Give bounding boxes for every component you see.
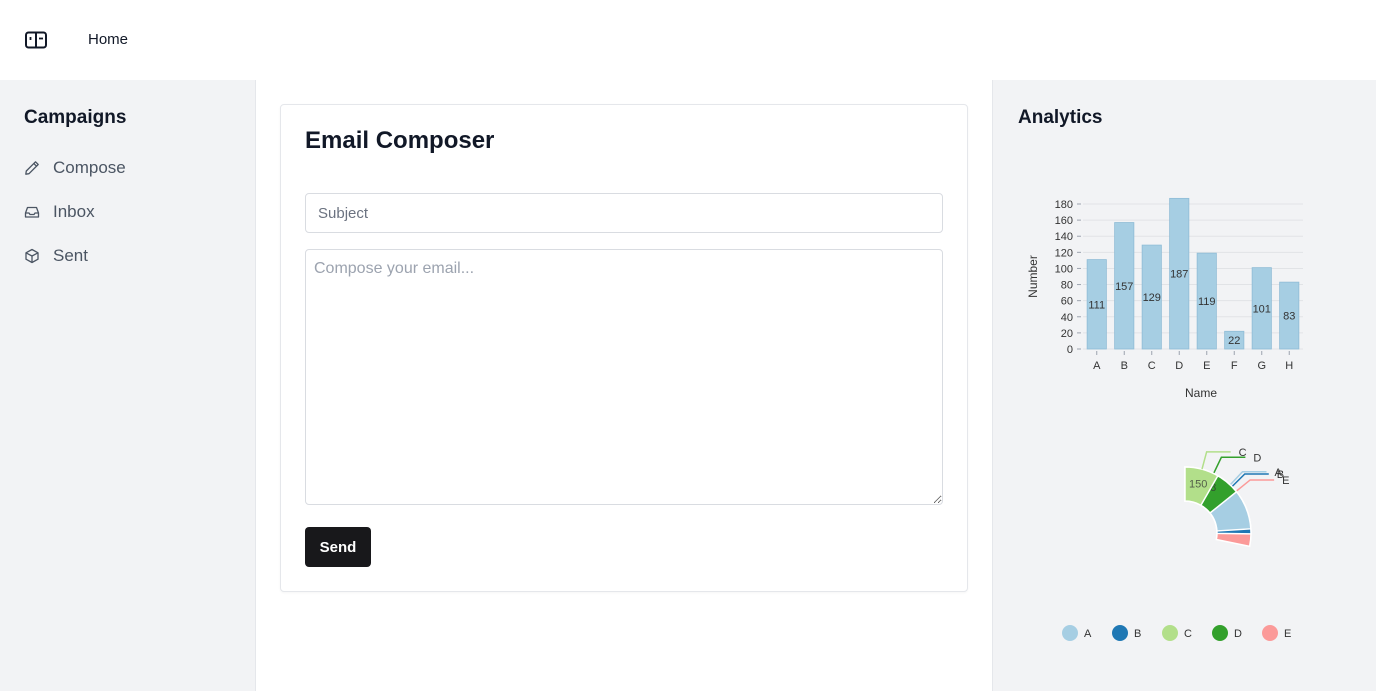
legend-swatch — [1262, 625, 1278, 641]
x-tick-label: A — [1093, 360, 1101, 372]
bar-value-label: 22 — [1228, 335, 1240, 347]
composer-title: Email Composer — [305, 127, 495, 154]
y-tick-label: 40 — [1061, 312, 1073, 324]
sidebar: Campaigns Compose Inbox Sent — [0, 80, 256, 691]
top-navbar: Home — [0, 0, 1376, 80]
sidebar-item-label: Inbox — [53, 202, 95, 221]
credit-card-icon[interactable] — [25, 31, 47, 49]
x-tick-label: B — [1121, 360, 1128, 372]
legend-swatch — [1062, 625, 1078, 641]
sidebar-item-inbox[interactable]: Inbox — [24, 200, 95, 224]
slice-name-label: C — [1239, 447, 1247, 459]
legend-label: B — [1134, 628, 1141, 640]
y-tick-label: 180 — [1055, 199, 1073, 211]
leader-line — [1212, 456, 1246, 474]
home-link[interactable]: Home — [88, 31, 128, 48]
y-tick-label: 120 — [1055, 247, 1073, 259]
y-tick-label: 60 — [1061, 296, 1073, 308]
email-body-textarea[interactable] — [305, 249, 943, 505]
bar-value-label: 111 — [1088, 299, 1105, 311]
bar-chart: 0 20 40 60 80 100 120 140 160 180 111 A 157 B 129 C 187 D… — [1026, 197, 1303, 400]
legend-swatch — [1112, 625, 1128, 641]
sidebar-item-compose[interactable]: Compose — [24, 156, 126, 180]
y-tick-label: 0 — [1067, 344, 1073, 356]
subject-input[interactable] — [305, 193, 943, 233]
y-tick-label: 80 — [1061, 280, 1073, 292]
analytics-title: Analytics — [1018, 107, 1103, 128]
x-tick-label: C — [1148, 360, 1156, 372]
bar-value-label: 119 — [1198, 296, 1216, 308]
y-tick-label: 100 — [1055, 263, 1073, 275]
x-axis-title: Name — [1185, 386, 1217, 400]
box-icon — [25, 248, 39, 264]
bar-value-label: 157 — [1115, 281, 1133, 293]
slice-name-label: D — [1253, 452, 1261, 464]
sidebar-item-label: Compose — [53, 158, 126, 177]
x-tick-label: H — [1285, 360, 1293, 372]
bar-value-label: 101 — [1253, 303, 1271, 315]
inbox-icon — [24, 206, 40, 218]
legend-swatch — [1212, 625, 1228, 641]
x-tick-label: E — [1203, 360, 1210, 372]
leader-line — [1235, 479, 1275, 492]
legend-label: C — [1184, 628, 1192, 640]
y-tick-label: 160 — [1055, 215, 1073, 227]
x-tick-label: F — [1231, 360, 1238, 372]
analytics-panel: Analytics 0 20 40 60 80 100 120 140 160 180 111 A 15… — [992, 80, 1376, 691]
x-tick-label: D — [1175, 360, 1183, 372]
donut-chart: 511E456B434A258D150CABCDE — [1062, 447, 1291, 641]
legend-label: E — [1284, 628, 1291, 640]
legend-swatch — [1162, 625, 1178, 641]
slice-value-label: 150 — [1189, 479, 1207, 491]
y-tick-label: 20 — [1061, 328, 1073, 340]
y-tick-label: 140 — [1055, 231, 1073, 243]
email-composer-card: Email Composer Send — [280, 104, 968, 592]
pencil-icon — [25, 161, 39, 175]
legend-label: D — [1234, 628, 1242, 640]
slice-name-label: A — [1274, 467, 1282, 479]
main-content: Email Composer Send — [256, 80, 992, 691]
send-button[interactable]: Send — [305, 527, 371, 567]
bar-value-label: 83 — [1283, 311, 1295, 323]
sidebar-title: Campaigns — [24, 107, 127, 128]
bar-value-label: 187 — [1170, 269, 1188, 281]
y-axis-title: Number — [1026, 255, 1040, 298]
bar-value-label: 129 — [1143, 292, 1161, 304]
x-tick-label: G — [1257, 360, 1266, 372]
sidebar-item-label: Sent — [53, 246, 88, 265]
sidebar-item-sent[interactable]: Sent — [24, 244, 88, 268]
legend-label: A — [1084, 628, 1092, 640]
